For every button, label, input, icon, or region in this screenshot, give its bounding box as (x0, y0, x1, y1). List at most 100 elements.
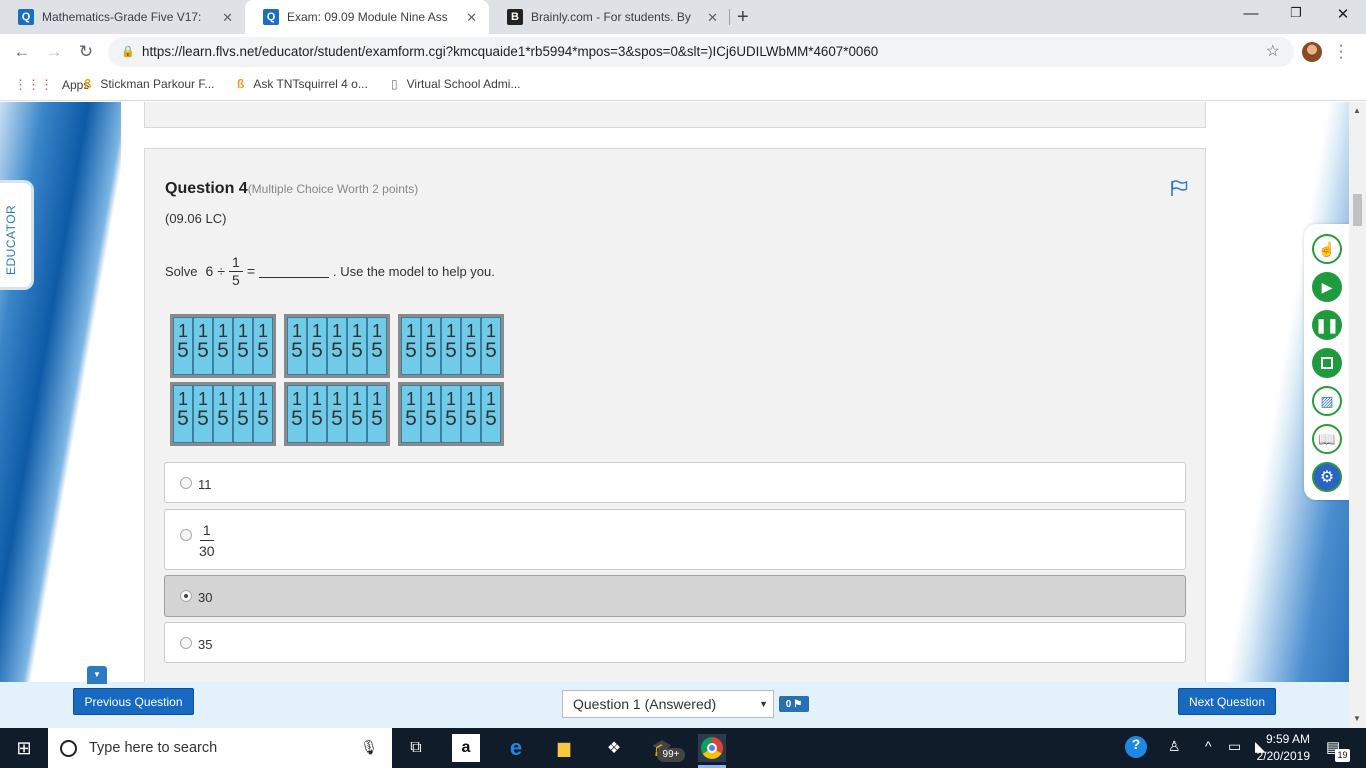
task-view-icon[interactable]: ⧉ (402, 734, 430, 762)
cell-numerator: 1 (257, 321, 268, 341)
close-tab-icon[interactable]: ✕ (466, 10, 477, 26)
cell-denominator: 5 (237, 407, 249, 430)
cell-numerator: 1 (425, 389, 436, 409)
flag-count-badge[interactable]: 0 ⚑ (779, 696, 809, 712)
vertical-scrollbar[interactable]: ▲ ▼ (1349, 102, 1366, 728)
page-icon: ▯ (391, 77, 398, 91)
answer-blank (259, 264, 329, 278)
minimize-icon[interactable]: — (1241, 5, 1261, 22)
tab-title: Brainly.com - For students. By stu (531, 10, 691, 24)
amazon-icon[interactable]: a (452, 734, 480, 762)
cell-denominator: 5 (351, 407, 363, 430)
system-clock[interactable]: 9:59 AM 2/20/2019 (1250, 731, 1310, 765)
prompt-fraction: 1 5 (229, 254, 243, 289)
equals-sign: = (246, 263, 255, 279)
windows-start-icon[interactable]: ⊞ (10, 734, 38, 762)
cell-denominator: 5 (351, 339, 363, 362)
radio-button-selected[interactable] (180, 590, 192, 602)
flag-count: 0 (785, 698, 792, 710)
previous-question-button[interactable]: Previous Question (73, 688, 194, 715)
model-fifth-cell: 15 (441, 385, 461, 443)
answer-choice-1[interactable]: 11 (164, 462, 1186, 503)
dropbox-icon[interactable]: ❖ (600, 734, 628, 762)
scroll-down-arrow-icon[interactable]: ▼ (1353, 714, 1361, 723)
cell-numerator: 1 (217, 389, 228, 409)
file-explorer-icon[interactable]: ▆ (550, 734, 578, 762)
clock-date: 2/20/2019 (1256, 749, 1310, 763)
address-bar[interactable]: 🔒 https://learn.flvs.net/educator/studen… (108, 37, 1294, 67)
dictionary-icon[interactable]: 📖 (1312, 424, 1342, 454)
play-icon[interactable]: ▶ (1312, 272, 1342, 302)
cell-numerator: 1 (177, 321, 188, 341)
browser-menu-icon[interactable]: · · · (1337, 38, 1345, 66)
question-select[interactable]: Question 1 (Answered) ▼ (562, 690, 774, 718)
prompt-whole: 6 (205, 263, 214, 279)
close-window-icon[interactable]: ✕ (1333, 5, 1353, 23)
new-tab-plus-icon[interactable]: + (737, 6, 749, 29)
edge-browser-icon[interactable]: e (502, 734, 530, 762)
radio-button[interactable] (180, 637, 192, 649)
bookmark-tntsquirrel[interactable]: ß Ask TNTsquirrel 4 o... (237, 77, 368, 91)
cell-numerator: 1 (331, 389, 342, 409)
people-icon[interactable]: ♙ (1168, 738, 1181, 755)
bookmark-label: Virtual School Admi... (406, 77, 521, 91)
settings-gear-icon[interactable]: ⚙ (1312, 462, 1342, 492)
answer-choice-4[interactable]: 35 (164, 622, 1186, 663)
microphone-icon[interactable]: 🎙 (360, 739, 378, 756)
close-tab-icon[interactable]: ✕ (222, 10, 233, 26)
cell-denominator: 5 (257, 339, 269, 362)
cell-numerator: 1 (331, 321, 342, 341)
bookmark-apps[interactable]: ⋮⋮⋮ Apps (14, 77, 89, 93)
battery-icon[interactable]: ▭ (1228, 738, 1241, 755)
bookmark-star-icon[interactable]: ☆ (1266, 37, 1280, 67)
restore-icon[interactable]: ❐ (1286, 5, 1306, 21)
image-icon[interactable]: ▨ (1312, 386, 1342, 416)
choice-label: 30 (198, 590, 213, 605)
answer-choice-3[interactable]: 30 (164, 575, 1186, 617)
profile-avatar[interactable] (1302, 42, 1322, 62)
help-icon[interactable]: ? (1125, 736, 1147, 758)
stop-icon[interactable] (1312, 348, 1342, 378)
taskbar-search[interactable]: Type here to search 🎙 (48, 728, 392, 768)
question-number: Question 4 (165, 180, 248, 197)
point-hand-icon[interactable]: ☝ (1312, 234, 1342, 264)
back-arrow-icon[interactable]: ← (12, 42, 32, 62)
forward-arrow-icon[interactable]: → (44, 42, 64, 62)
radio-button[interactable] (180, 529, 192, 541)
close-tab-icon[interactable]: ✕ (707, 10, 718, 26)
answer-choice-2[interactable]: 1 30 (164, 509, 1186, 570)
educator-sidebar-tab[interactable]: EDUCATOR (0, 180, 34, 290)
tab-exam[interactable]: Q Exam: 09.09 Module Nine Assess ✕ (245, 0, 489, 34)
collapse-arrow-icon[interactable]: ▼ (87, 666, 107, 684)
cell-denominator: 5 (465, 407, 477, 430)
scroll-up-arrow-icon[interactable]: ▲ (1353, 106, 1361, 115)
cell-denominator: 5 (405, 407, 417, 430)
model-fifth-cell: 15 (307, 385, 327, 443)
flag-icon: ⚑ (793, 698, 803, 710)
reload-icon[interactable]: ↻ (76, 42, 96, 62)
cell-numerator: 1 (177, 389, 188, 409)
fraction-numerator: 1 (229, 254, 243, 272)
scrollbar-thumb[interactable] (1353, 194, 1362, 226)
cell-numerator: 1 (445, 389, 456, 409)
cell-denominator: 5 (405, 339, 417, 362)
flag-question-icon[interactable] (1170, 180, 1188, 196)
pause-icon[interactable]: ❚❚ (1312, 310, 1342, 340)
educator-label: EDUCATOR (4, 204, 18, 275)
bookmark-label: Stickman Parkour F... (100, 77, 215, 91)
cell-numerator: 1 (425, 321, 436, 341)
radio-button[interactable] (180, 477, 192, 489)
chrome-icon[interactable] (698, 734, 726, 762)
question-prompt: Solve 6 ÷ 1 5 = . Use the model to help … (165, 249, 495, 293)
bookmark-stickman[interactable]: ß Stickman Parkour F... (84, 77, 214, 91)
model-whole-group: 1515151515 (284, 314, 390, 378)
model-fifth-cell: 15 (193, 385, 213, 443)
bookmark-virtual-school[interactable]: ▯ Virtual School Admi... (391, 77, 520, 91)
next-question-button[interactable]: Next Question (1178, 688, 1276, 715)
flvs-favicon-icon: Q (263, 9, 279, 25)
tab-brainly[interactable]: B Brainly.com - For students. By stu ✕ (489, 0, 730, 34)
tab-mathematics[interactable]: Q Mathematics-Grade Five V17: 46( ✕ (0, 0, 245, 34)
question-subtitle: (Multiple Choice Worth 2 points) (247, 182, 419, 196)
dropdown-arrow-icon: ▼ (759, 699, 768, 709)
tray-chevron-icon[interactable]: ^ (1205, 738, 1212, 754)
